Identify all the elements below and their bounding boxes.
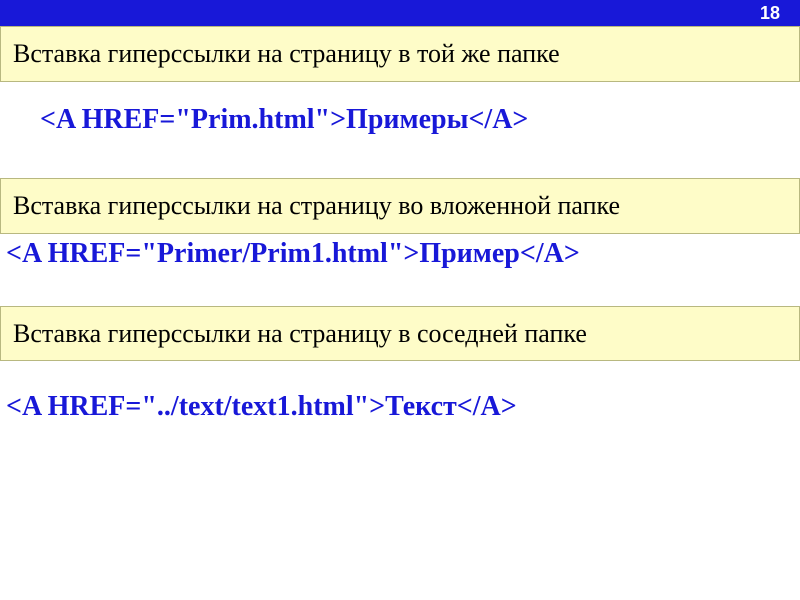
heading-nested-folder: Вставка гиперссылки на страницу во вложе…: [0, 178, 800, 234]
top-bar: 18: [0, 0, 800, 26]
slide-content: Вставка гиперссылки на страницу в той же…: [0, 26, 800, 423]
code-sibling-folder: <A HREF="../text/text1.html">Текст</A>: [6, 391, 800, 423]
code-same-folder: <A HREF="Prim.html">Примеры</A>: [40, 104, 800, 136]
heading-sibling-folder: Вставка гиперссылки на страницу в соседн…: [0, 306, 800, 362]
heading-same-folder: Вставка гиперссылки на страницу в той же…: [0, 26, 800, 82]
code-nested-folder: <A HREF="Primer/Prim1.html">Пример</A>: [6, 238, 800, 270]
page-number: 18: [760, 3, 780, 24]
